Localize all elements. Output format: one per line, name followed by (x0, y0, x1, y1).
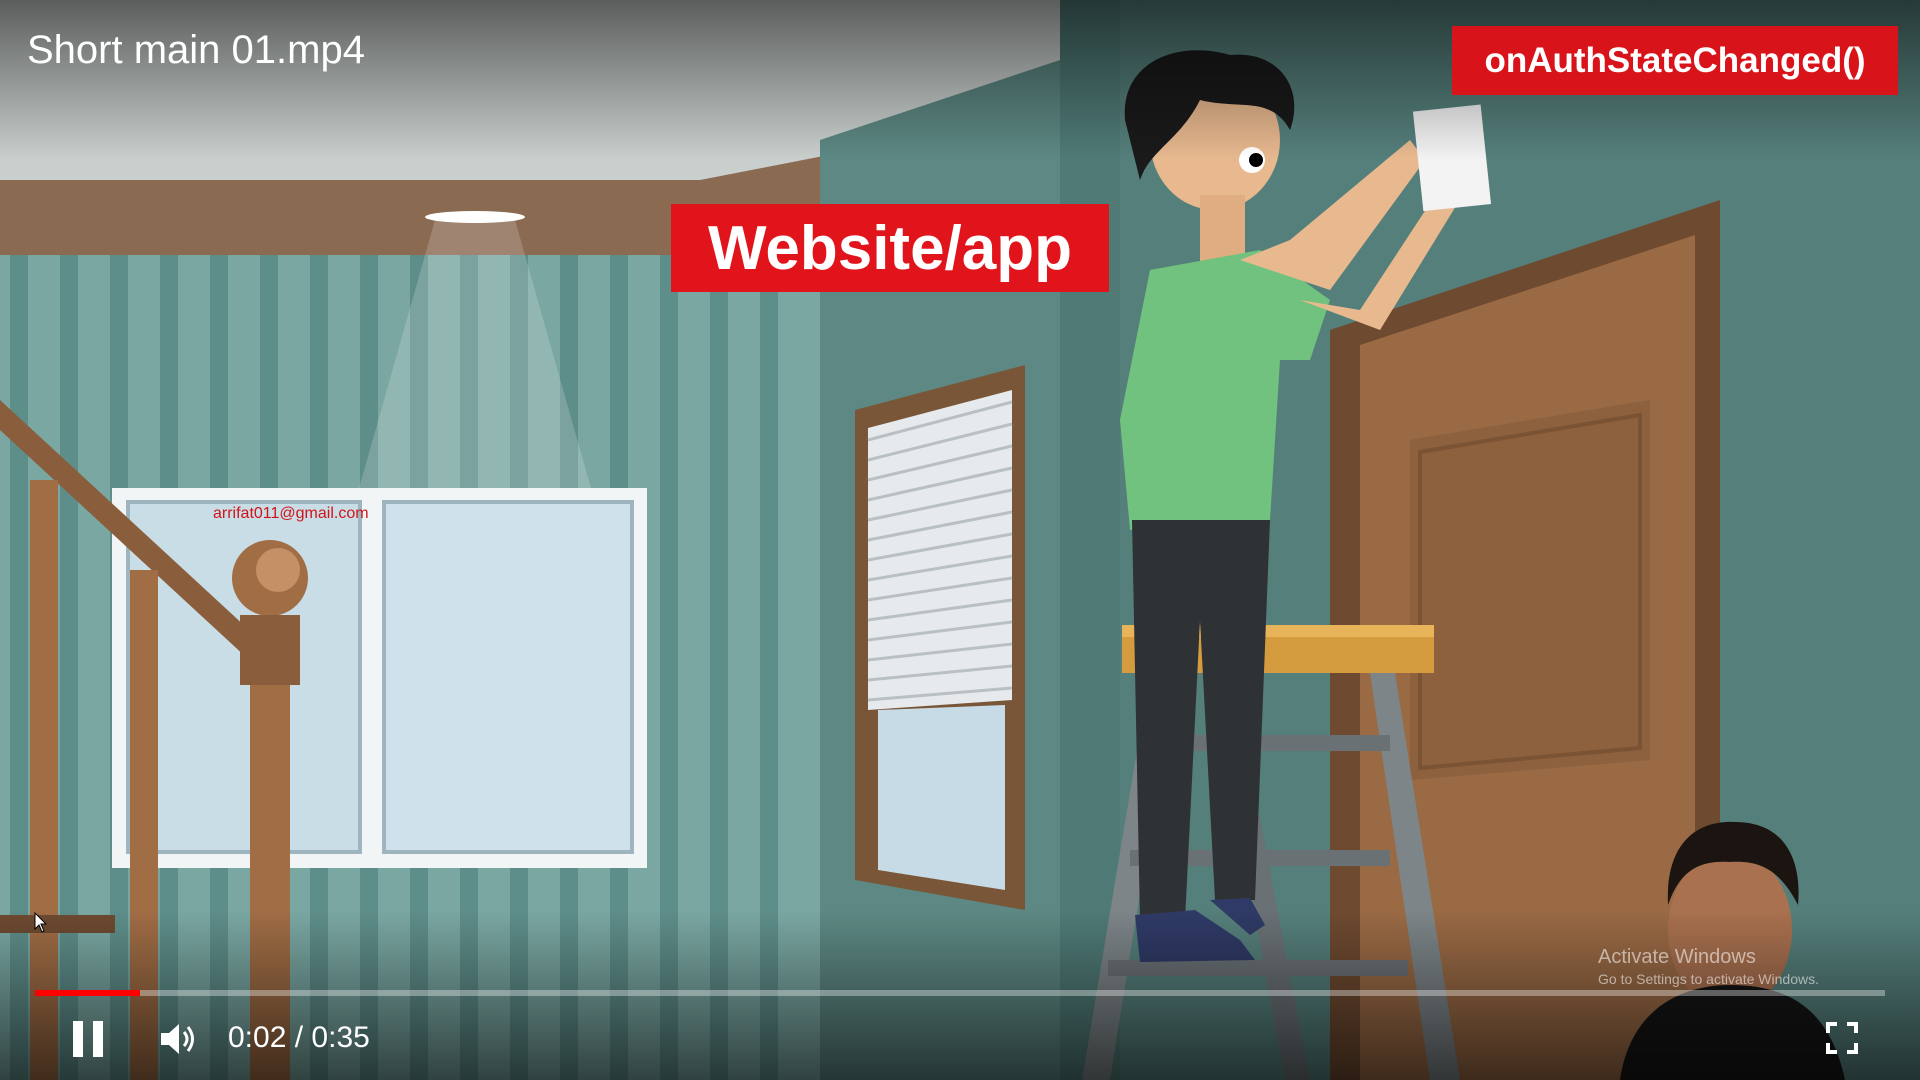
mouse-pointer-icon (34, 912, 48, 933)
player-controls: 0:02 / 0:35 (0, 1010, 1920, 1070)
pause-icon (73, 1021, 103, 1057)
time-separator: / (294, 1021, 304, 1054)
volume-button[interactable] (156, 1016, 202, 1062)
current-time: 0:02 (228, 1021, 287, 1054)
email-watermark: arrifat011@gmail.com (213, 505, 369, 522)
fullscreen-button[interactable] (1822, 1018, 1862, 1058)
website-app-label: Website/app (671, 204, 1109, 292)
activate-windows-title: Activate Windows (1598, 946, 1756, 968)
duration: 0:35 (311, 1021, 370, 1054)
video-player[interactable]: Short main 01.mp4 Website/app onAuthStat… (0, 0, 1920, 1080)
auth-state-label: onAuthStateChanged() (1452, 26, 1898, 95)
pause-button[interactable] (66, 1016, 110, 1062)
video-title: Short main 01.mp4 (27, 28, 365, 72)
progress-bar[interactable] (35, 990, 1885, 996)
fullscreen-icon (1826, 1022, 1858, 1054)
activate-windows-notice: Activate Windows Go to Settings to activ… (1598, 946, 1819, 987)
activate-windows-subtitle: Go to Settings to activate Windows. (1598, 971, 1819, 987)
volume-icon (161, 1024, 194, 1054)
progress-played (35, 990, 141, 996)
time-display: 0:02 / 0:35 (228, 1021, 370, 1055)
